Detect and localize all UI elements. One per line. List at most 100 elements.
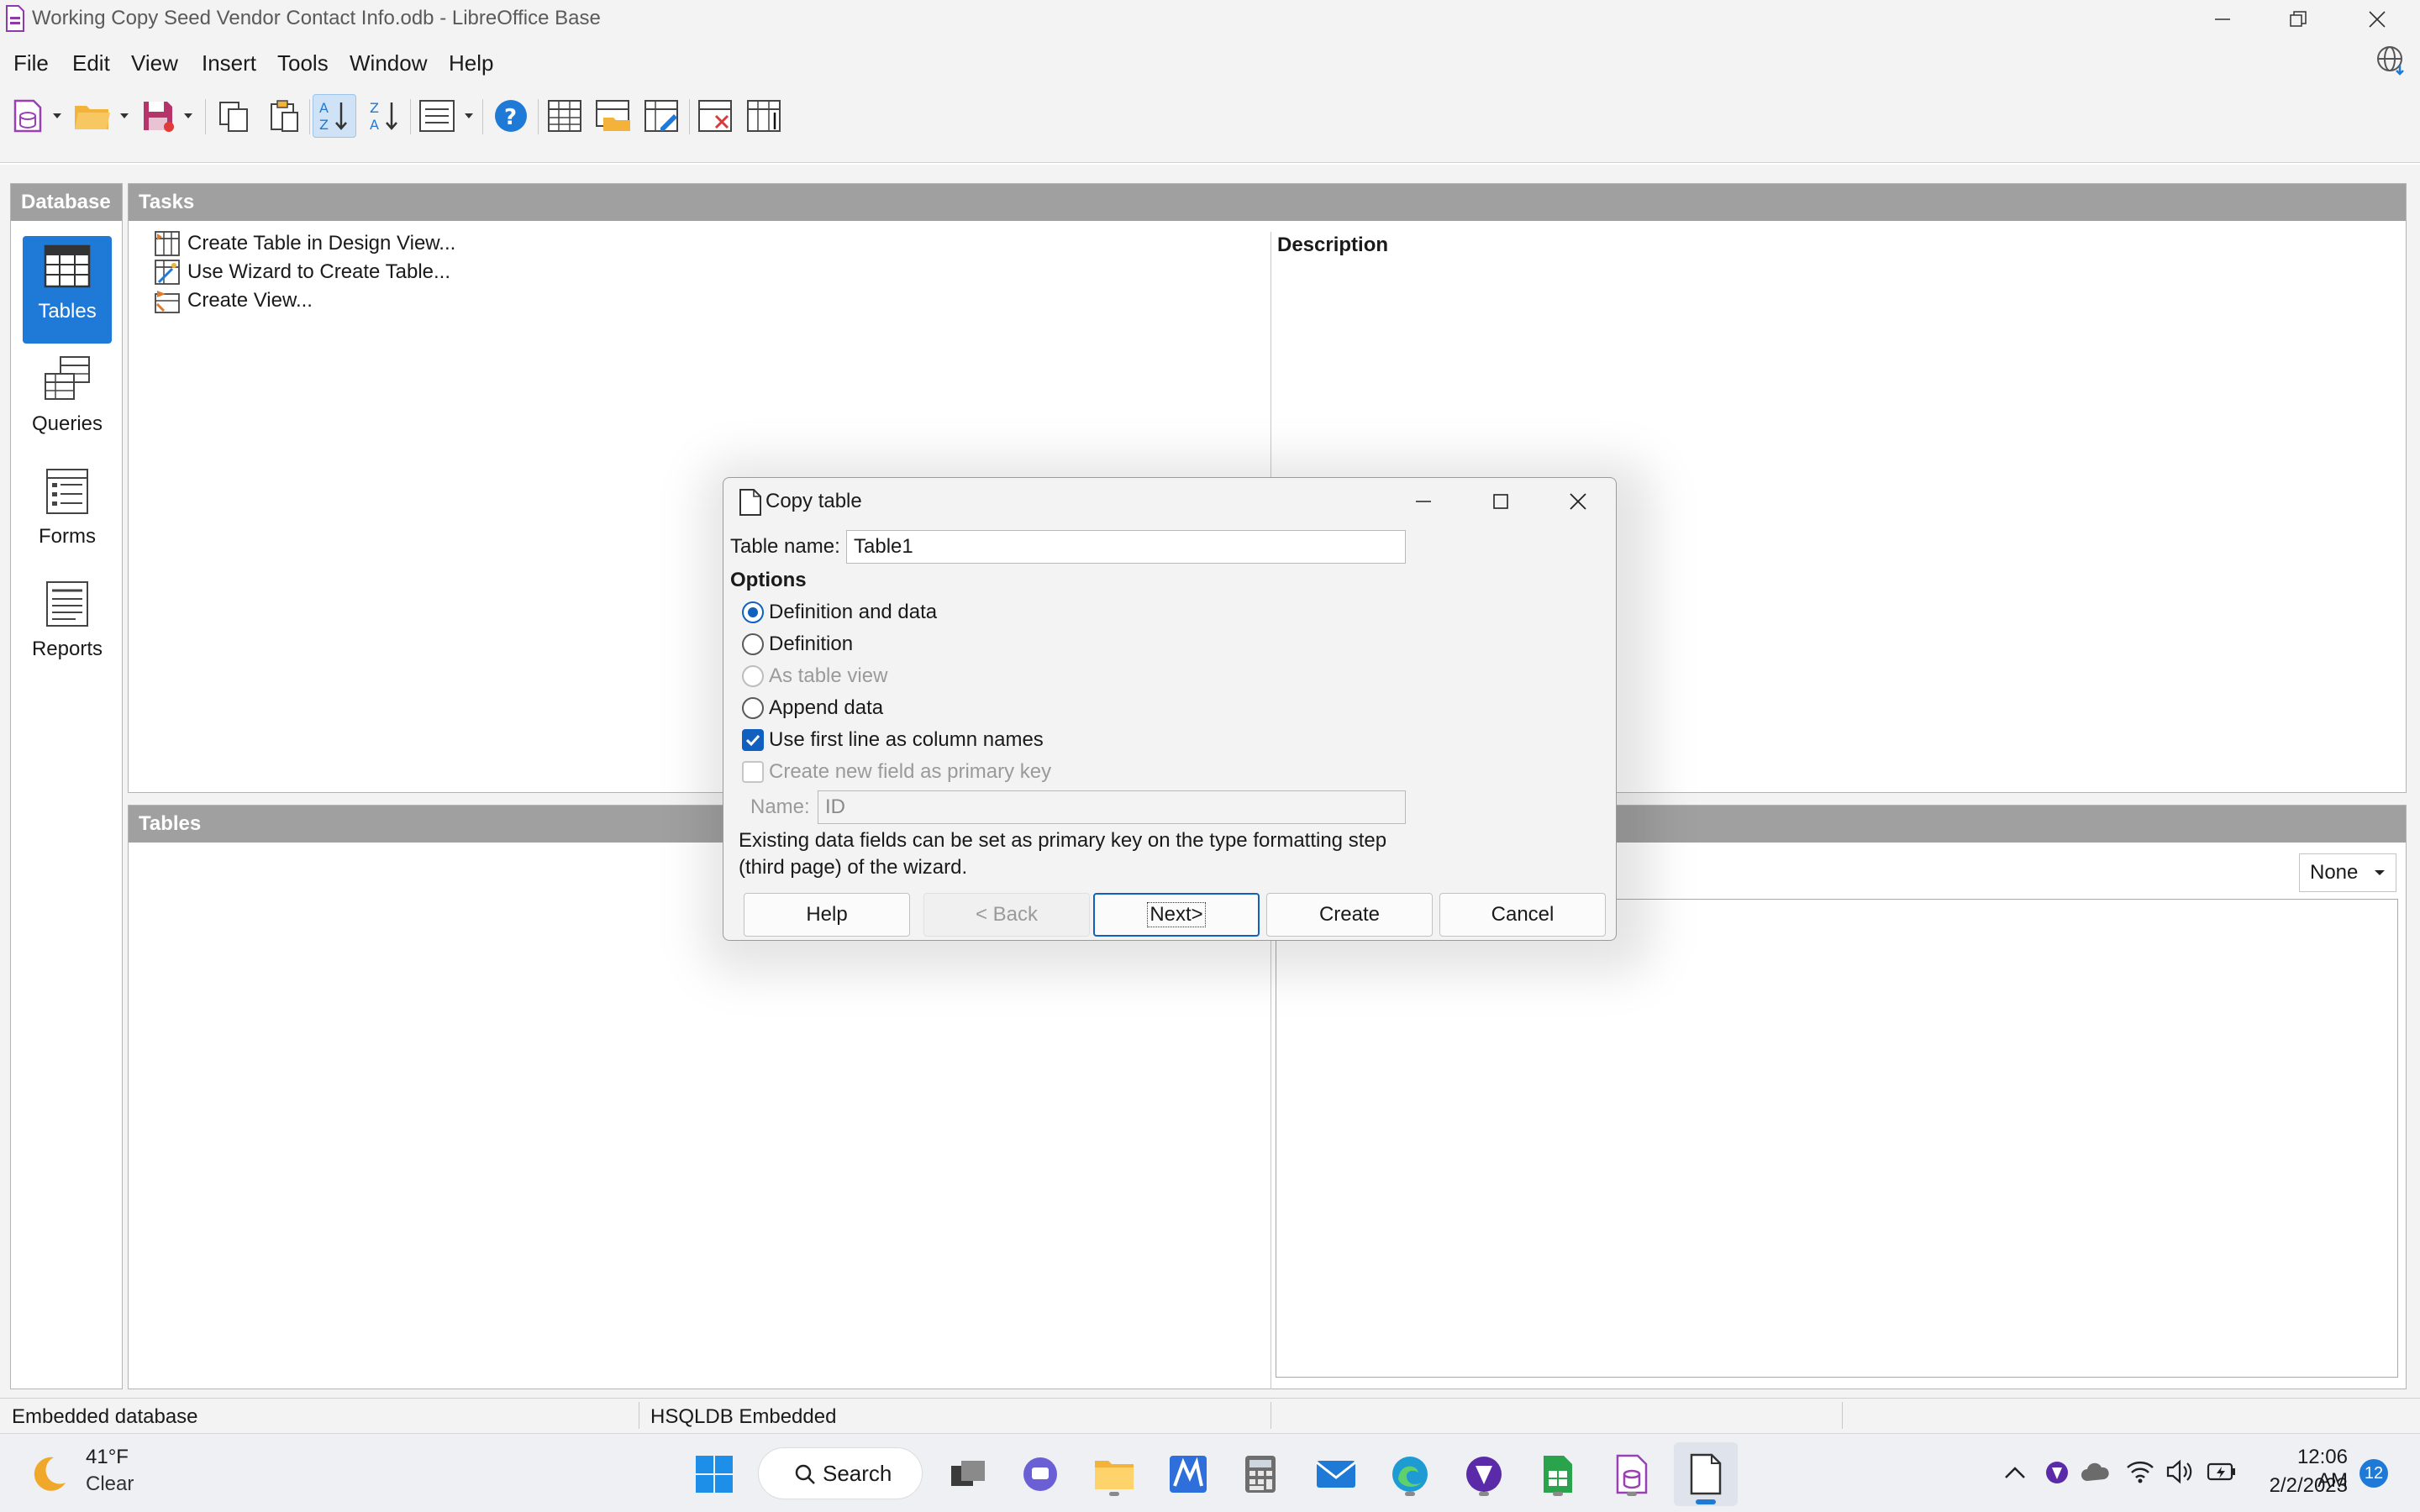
help-button[interactable]: Help: [744, 893, 910, 937]
queries-icon: [45, 356, 90, 400]
clock-date[interactable]: 2/2/2023: [2264, 1474, 2348, 1498]
chevron-down-icon[interactable]: [462, 109, 476, 123]
checkbox-label: Use first line as column names: [769, 728, 1044, 751]
weather-condition[interactable]: Clear: [86, 1473, 134, 1496]
chevron-down-icon[interactable]: [50, 109, 64, 123]
radio-button: [742, 665, 764, 687]
close-window-button[interactable]: [2339, 0, 2415, 39]
use-first-line-checkbox[interactable]: [742, 729, 764, 751]
notification-badge[interactable]: 12: [2360, 1459, 2388, 1488]
delete-table-button[interactable]: [694, 94, 738, 138]
dialog-close-button[interactable]: [1540, 481, 1616, 522]
preview-mode-select[interactable]: None: [2299, 853, 2396, 892]
calculator-button[interactable]: [1235, 1449, 1286, 1499]
option-definition[interactable]: Definition: [742, 629, 853, 659]
paste-button[interactable]: [262, 94, 306, 138]
chat-icon: [1023, 1457, 1057, 1491]
menu-tools[interactable]: Tools: [277, 50, 329, 76]
menu-help[interactable]: Help: [449, 50, 493, 76]
weather-temperature[interactable]: 41°F: [86, 1446, 129, 1469]
standard-toolbar: AZ ZA ?: [0, 87, 2420, 163]
use-first-line-checkbox-row[interactable]: Use first line as column names: [742, 725, 1044, 755]
database-item-forms[interactable]: Forms: [23, 461, 112, 569]
radio-button[interactable]: [742, 601, 764, 623]
database-item-label: Reports: [31, 638, 103, 660]
status-database-type: Embedded database: [12, 1405, 198, 1428]
cancel-button[interactable]: Cancel: [1439, 893, 1606, 937]
info-text-line2: (third page) of the wizard.: [739, 856, 968, 879]
next-button[interactable]: Next>: [1093, 893, 1260, 937]
task-table-wizard[interactable]: Use Wizard to Create Table...: [154, 258, 450, 286]
minimize-icon: [1416, 501, 1431, 502]
radio-button[interactable]: [742, 633, 764, 655]
dialog-minimize-button[interactable]: [1386, 481, 1461, 522]
menu-window[interactable]: Window: [350, 50, 427, 76]
save-button[interactable]: [136, 94, 180, 138]
radio-button[interactable]: [742, 697, 764, 719]
open-folder-icon: [75, 106, 110, 129]
update-globe-icon[interactable]: [2375, 44, 2408, 77]
teams-chat-button[interactable]: [1015, 1449, 1065, 1499]
folder-icon: [1095, 1461, 1134, 1489]
database-item-queries[interactable]: Queries: [23, 349, 112, 456]
sort-ascending-button[interactable]: AZ: [313, 94, 356, 138]
menu-view[interactable]: View: [131, 50, 178, 76]
vpn-app-button[interactable]: [1459, 1449, 1509, 1499]
edit-table-button[interactable]: [640, 94, 684, 138]
weather-moon-icon[interactable]: [29, 1452, 71, 1494]
table-name-input[interactable]: [846, 530, 1406, 564]
task-label: Use Wizard to Create Table...: [187, 260, 451, 283]
new-document-button[interactable]: [7, 94, 50, 138]
rename-table-button[interactable]: [743, 94, 786, 138]
libreoffice-base-button[interactable]: [1607, 1449, 1657, 1499]
copy-button[interactable]: [212, 94, 255, 138]
option-definition-and-data[interactable]: Definition and data: [742, 597, 937, 627]
volume-icon[interactable]: [2166, 1459, 2195, 1484]
restore-button[interactable]: [2260, 0, 2336, 39]
menu-bar: File Edit View Insert Tools Window Help: [0, 39, 2420, 87]
help-icon: ?: [495, 100, 527, 132]
vpn-tray-icon[interactable]: [2044, 1459, 2070, 1486]
preview-mode-value: None: [2310, 861, 2359, 884]
create-button[interactable]: Create: [1266, 893, 1433, 937]
menu-file[interactable]: File: [13, 50, 49, 76]
chevron-down-icon[interactable]: [182, 109, 195, 123]
database-item-tables[interactable]: Tables: [23, 236, 112, 344]
option-append-data[interactable]: Append data: [742, 693, 883, 723]
dialog-maximize-button[interactable]: [1463, 481, 1539, 522]
new-database-icon: [13, 99, 42, 133]
menu-insert[interactable]: Insert: [202, 50, 256, 76]
copy-table-dialog: Copy table Table name: Options Definitio…: [723, 477, 1617, 941]
reports-icon: [46, 581, 88, 627]
sort-descending-button[interactable]: ZA: [363, 94, 407, 138]
chevron-down-icon[interactable]: [118, 109, 131, 123]
taskbar-search[interactable]: Search: [758, 1447, 923, 1499]
windows-taskbar: 41°F Clear Search 12:06 AM 2/2/2023 12: [0, 1433, 2420, 1512]
help-button[interactable]: ?: [489, 94, 533, 138]
next-button-label: Next>: [1147, 902, 1206, 927]
open-button[interactable]: [71, 94, 114, 138]
chevron-up-icon[interactable]: [2003, 1464, 2027, 1481]
database-item-reports[interactable]: Reports: [23, 574, 112, 681]
wifi-icon[interactable]: [2126, 1459, 2154, 1484]
menu-edit[interactable]: Edit: [72, 50, 110, 76]
start-button[interactable]: [689, 1449, 739, 1499]
task-create-table-design[interactable]: Create Table in Design View...: [154, 229, 455, 258]
app-button-m[interactable]: [1163, 1449, 1213, 1499]
task-view-button[interactable]: [943, 1449, 993, 1499]
minimize-button[interactable]: [2185, 0, 2260, 39]
edge-button[interactable]: [1385, 1449, 1435, 1499]
open-table-folder-button[interactable]: [592, 94, 635, 138]
list-view-button[interactable]: [415, 94, 459, 138]
checkmark-icon: [745, 734, 760, 747]
open-database-object-button[interactable]: [543, 94, 587, 138]
maximize-icon: [1493, 494, 1508, 509]
file-explorer-button[interactable]: [1089, 1449, 1139, 1499]
task-create-view[interactable]: Create View...: [154, 286, 313, 315]
libreoffice-active-window-button[interactable]: [1674, 1442, 1738, 1506]
libreoffice-calc-button[interactable]: [1533, 1449, 1583, 1499]
onedrive-cloud-icon[interactable]: [2081, 1459, 2111, 1486]
table-wizard-icon: [155, 260, 180, 285]
battery-icon[interactable]: [2207, 1461, 2237, 1483]
mail-button[interactable]: [1311, 1449, 1361, 1499]
